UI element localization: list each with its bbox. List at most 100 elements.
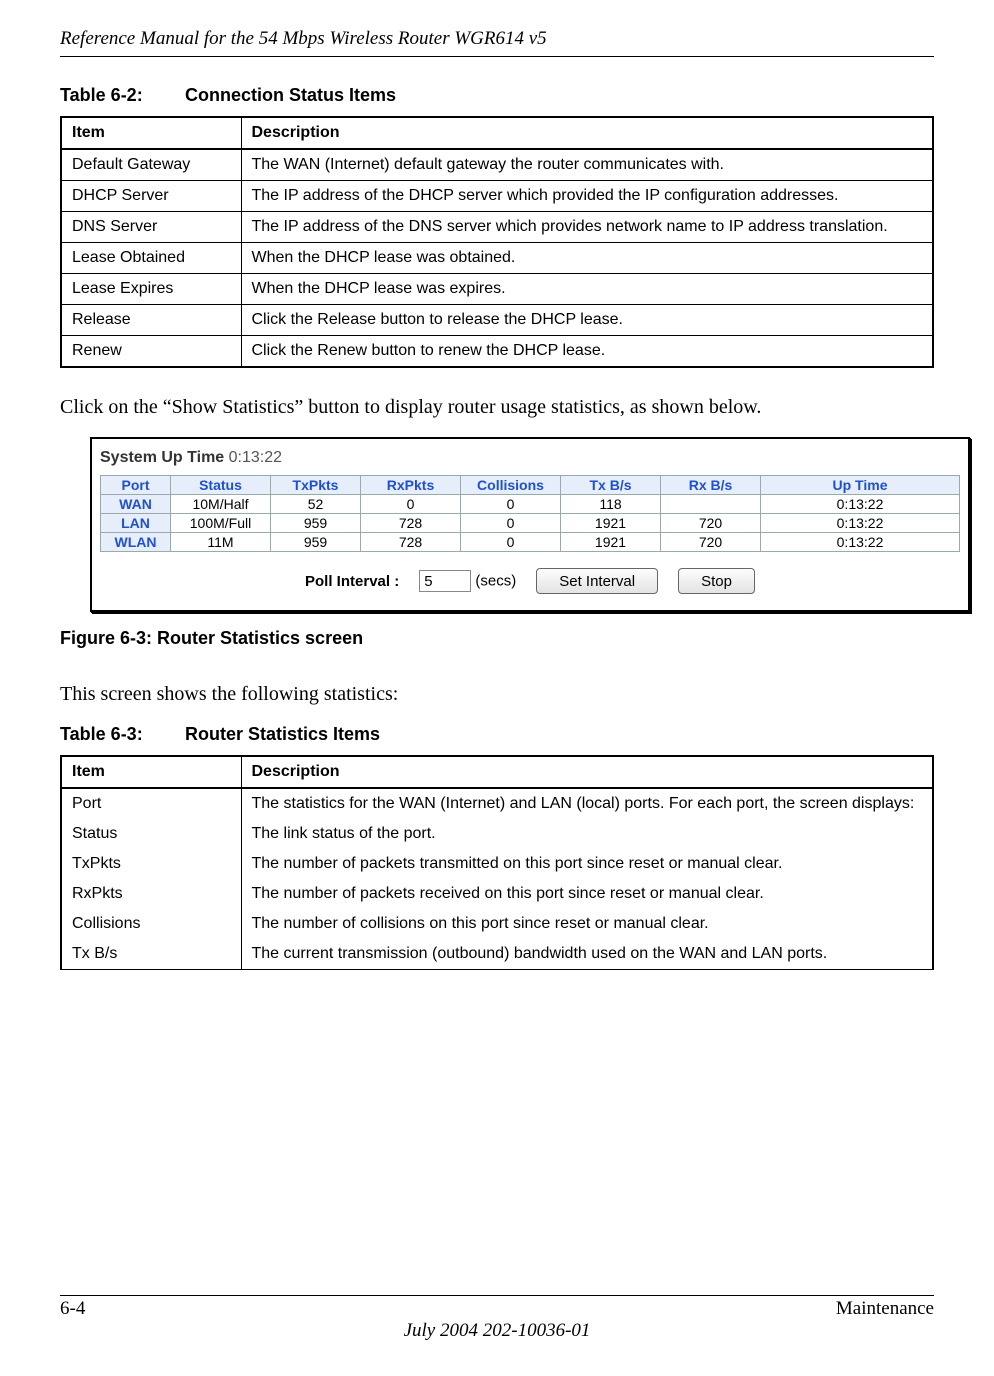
stats-cell: 720 [661, 514, 761, 533]
stats-cell: 118 [561, 495, 661, 514]
item-cell: Renew [61, 336, 241, 368]
table-6-2: Item Description Default GatewayThe WAN … [60, 116, 934, 368]
set-interval-button[interactable]: Set Interval [536, 568, 658, 594]
stats-cell: WAN [101, 495, 171, 514]
stats-cell: 11M [171, 533, 271, 552]
stats-cell: 52 [271, 495, 361, 514]
stats-th: RxPkts [361, 476, 461, 495]
table-row: Default GatewayThe WAN (Internet) defaul… [61, 149, 933, 181]
stats-row: WAN10M/Half52001180:13:22 [101, 495, 960, 514]
paragraph-show-statistics: Click on the “Show Statistics” button to… [60, 396, 934, 419]
table-row: Tx B/sThe current transmission (outbound… [61, 939, 933, 970]
table-6-3: Item Description PortThe statistics for … [60, 755, 934, 970]
table-6-2-caption: Table 6-2: Connection Status Items [60, 85, 934, 106]
stats-cell: 0:13:22 [761, 514, 960, 533]
stats-th: Tx B/s [561, 476, 661, 495]
table-row: PortThe statistics for the WAN (Internet… [61, 788, 933, 819]
stop-button[interactable]: Stop [678, 568, 755, 594]
desc-cell: Click the Renew button to renew the DHCP… [241, 336, 933, 368]
stats-cell: 728 [361, 533, 461, 552]
stats-cell: 720 [661, 533, 761, 552]
th-item: Item [61, 117, 241, 149]
uptime-label: System Up Time [100, 449, 224, 466]
desc-cell: The link status of the port. [241, 819, 933, 849]
desc-cell: The WAN (Internet) default gateway the r… [241, 149, 933, 181]
header-rule [60, 56, 934, 57]
desc-cell: The number of packets received on this p… [241, 879, 933, 909]
desc-cell: The number of packets transmitted on thi… [241, 849, 933, 879]
desc-cell: The statistics for the WAN (Internet) an… [241, 788, 933, 819]
page-footer: 6-4 Maintenance July 2004 202-10036-01 [60, 1295, 934, 1342]
page-number: 6-4 [60, 1298, 85, 1320]
table-row: DNS ServerThe IP address of the DNS serv… [61, 212, 933, 243]
table-row: ReleaseClick the Release button to relea… [61, 305, 933, 336]
table-row: Lease ObtainedWhen the DHCP lease was ob… [61, 243, 933, 274]
table-number: Table 6-2: [60, 85, 180, 106]
item-cell: DHCP Server [61, 181, 241, 212]
footer-date: July 2004 202-10036-01 [60, 1320, 934, 1342]
stats-th: Port [101, 476, 171, 495]
th-description: Description [241, 117, 933, 149]
table-6-3-caption: Table 6-3: Router Statistics Items [60, 724, 934, 745]
item-cell: Port [61, 788, 241, 819]
figure-6-3-caption: Figure 6-3: Router Statistics screen [60, 628, 934, 649]
table-row: CollisionsThe number of collisions on th… [61, 909, 933, 939]
system-uptime: System Up Time 0:13:22 [100, 449, 960, 467]
paragraph-stats-intro: This screen shows the following statisti… [60, 683, 934, 706]
poll-interval-input[interactable] [419, 570, 471, 592]
item-cell: DNS Server [61, 212, 241, 243]
th-description: Description [241, 756, 933, 788]
poll-interval-label: Poll Interval : [305, 573, 399, 590]
table-title: Connection Status Items [185, 85, 396, 105]
stats-cell: 1921 [561, 533, 661, 552]
desc-cell: When the DHCP lease was expires. [241, 274, 933, 305]
desc-cell: When the DHCP lease was obtained. [241, 243, 933, 274]
stats-cell: 0 [461, 533, 561, 552]
section-name: Maintenance [836, 1298, 934, 1320]
desc-cell: The current transmission (outbound) band… [241, 939, 933, 970]
stats-th: Rx B/s [661, 476, 761, 495]
item-cell: TxPkts [61, 849, 241, 879]
footer-rule [60, 1295, 934, 1296]
document-header: Reference Manual for the 54 Mbps Wireles… [60, 0, 934, 56]
stats-cell: 0 [361, 495, 461, 514]
table-row: RenewClick the Renew button to renew the… [61, 336, 933, 368]
stats-cell: 0 [461, 495, 561, 514]
stats-cell: 0 [461, 514, 561, 533]
poll-interval-units: (secs) [475, 573, 516, 590]
stats-cell: WLAN [101, 533, 171, 552]
stats-cell: LAN [101, 514, 171, 533]
stats-th: Collisions [461, 476, 561, 495]
table-row: TxPktsThe number of packets transmitted … [61, 849, 933, 879]
stats-cell: 100M/Full [171, 514, 271, 533]
stats-cell: 1921 [561, 514, 661, 533]
stats-th: Status [171, 476, 271, 495]
router-statistics-screenshot: System Up Time 0:13:22 PortStatusTxPktsR… [90, 437, 970, 612]
poll-interval-row: Poll Interval : (secs) Set Interval Stop [100, 568, 960, 594]
th-item: Item [61, 756, 241, 788]
item-cell: Tx B/s [61, 939, 241, 970]
stats-cell: 959 [271, 533, 361, 552]
item-cell: RxPkts [61, 879, 241, 909]
table-row: RxPktsThe number of packets received on … [61, 879, 933, 909]
stats-cell: 0:13:22 [761, 495, 960, 514]
table-row: DHCP ServerThe IP address of the DHCP se… [61, 181, 933, 212]
stats-cell: 728 [361, 514, 461, 533]
stats-row: LAN100M/Full959728019217200:13:22 [101, 514, 960, 533]
table-row: Lease ExpiresWhen the DHCP lease was exp… [61, 274, 933, 305]
item-cell: Lease Obtained [61, 243, 241, 274]
item-cell: Release [61, 305, 241, 336]
stats-row: WLAN11M959728019217200:13:22 [101, 533, 960, 552]
stats-cell: 10M/Half [171, 495, 271, 514]
item-cell: Lease Expires [61, 274, 241, 305]
statistics-table: PortStatusTxPktsRxPktsCollisionsTx B/sRx… [100, 475, 960, 552]
stats-cell: 959 [271, 514, 361, 533]
desc-cell: The IP address of the DHCP server which … [241, 181, 933, 212]
stats-cell: 0:13:22 [761, 533, 960, 552]
uptime-value: 0:13:22 [229, 449, 282, 466]
desc-cell: Click the Release button to release the … [241, 305, 933, 336]
table-number: Table 6-3: [60, 724, 180, 745]
desc-cell: The IP address of the DNS server which p… [241, 212, 933, 243]
stats-cell [661, 495, 761, 514]
table-row: StatusThe link status of the port. [61, 819, 933, 849]
